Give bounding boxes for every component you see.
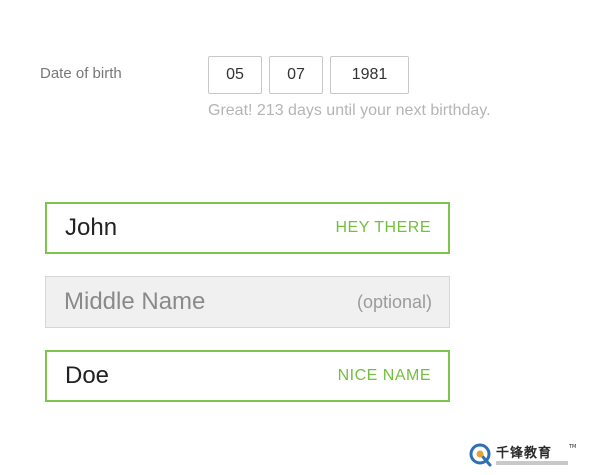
birthday-hint: Great! 213 days until your next birthday… (208, 102, 491, 119)
dob-year-input[interactable]: 1981 (330, 56, 409, 94)
dob-label: Date of birth (40, 65, 122, 82)
last-name-validation-tag: NICE NAME (337, 367, 431, 384)
svg-text:千锋教育: 千锋教育 (496, 445, 552, 461)
svg-text:TM: TM (568, 444, 576, 450)
first-name-validation-tag: HEY THERE (335, 219, 431, 236)
form-page: Date of birth 05 07 1981 Great! 213 days… (0, 0, 590, 475)
middle-name-optional-tag: (optional) (356, 291, 432, 312)
last-name-value: Doe (65, 362, 110, 389)
middle-name-placeholder: Middle Name (64, 288, 206, 315)
last-name-field[interactable]: Doe NICE NAME (45, 350, 450, 402)
first-name-value: John (65, 214, 118, 241)
first-name-field[interactable]: John HEY THERE (45, 202, 450, 254)
logo-q-icon (469, 443, 492, 467)
dob-month-input[interactable]: 07 (269, 56, 323, 94)
dob-day-input[interactable]: 05 (208, 56, 262, 94)
watermark-logo: 千锋教育 TM (469, 443, 576, 467)
middle-name-field[interactable]: Middle Name (optional) (45, 276, 450, 328)
